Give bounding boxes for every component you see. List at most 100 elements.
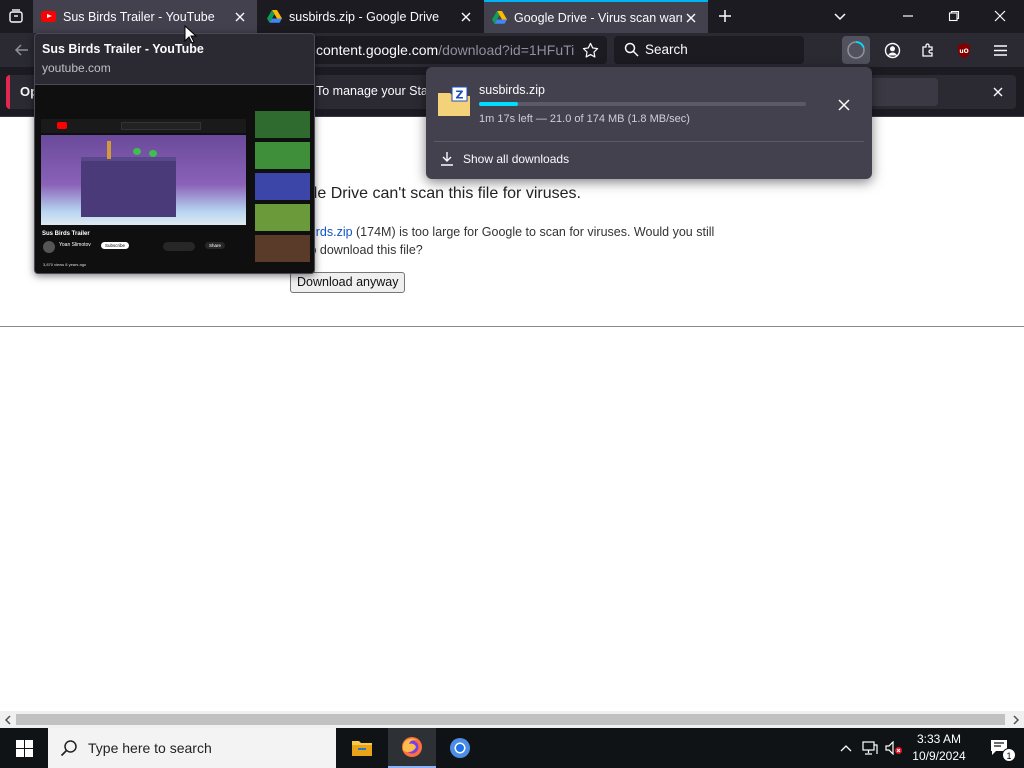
volume-muted-icon [885,741,902,755]
tab-hover-preview: Sus Birds Trailer - YouTube youtube.com … [34,33,315,274]
bookmark-star-button[interactable] [576,36,604,64]
close-icon [993,87,1003,97]
page-title: ogle Drive can't scan this file for viru… [296,185,581,202]
downloads-button[interactable] [842,36,870,64]
downloads-panel: Z susbirds.zip 1m 17s left — 21.0 of 174… [426,67,872,179]
chromium-button[interactable] [436,728,484,768]
thumb-video-frame [41,135,246,225]
list-all-tabs-button[interactable] [2,2,30,30]
download-file-name[interactable]: susbirds.zip [479,83,545,97]
taskbar-clock[interactable]: 3:33 AM 10/9/2024 [904,731,974,765]
clock-date: 10/9/2024 [912,749,966,763]
scroll-right-icon[interactable] [1012,715,1020,725]
google-drive-icon [267,10,282,23]
close-tab-button[interactable] [682,9,700,27]
close-icon [461,12,471,21]
ublock-shield-icon: uO [958,42,970,58]
thumb-channel-name: Yoan Slimotov [59,242,91,248]
horizontal-rule [0,326,1024,327]
thumb-channel-avatar [43,241,55,253]
download-progress-icon [847,41,865,59]
folder-icon [352,741,372,756]
chromium-icon [450,738,470,758]
cancel-download-button[interactable] [830,91,858,119]
preview-title: Sus Birds Trailer - YouTube [42,42,204,56]
notification-stripe [6,75,10,109]
mouse-cursor-icon [184,25,198,44]
url-bar[interactable]: content.google.com/download?id=1HFuTi [298,36,607,64]
close-icon [235,12,245,21]
account-icon [884,42,900,58]
ublock-origin-button[interactable]: uO [950,36,978,64]
download-anyway-button[interactable]: Download anyway [290,272,406,293]
thumb-bird [133,148,141,155]
thumb-like-pill [163,242,195,251]
firefox-button[interactable] [388,728,436,768]
youtube-icon [41,11,56,22]
url-text: content.google.com/download?id=1HFuTi [316,42,574,58]
google-drive-icon [492,11,507,24]
search-icon [624,42,639,57]
list-tabs-dropdown[interactable] [826,2,854,30]
restore-button[interactable] [940,2,968,30]
firefox-icon [402,737,422,757]
start-button[interactable] [0,728,48,768]
thumb-views: 3,870 views 8 years ago [43,262,87,267]
scroll-left-icon[interactable] [4,715,12,725]
tab-title: susbirds.zip - Google Drive [289,9,440,24]
thumb-sidebar-item [255,204,310,231]
action-center-button[interactable]: 1 [980,728,1020,768]
thumb-share: Share [205,242,226,249]
close-icon [838,99,850,111]
url-path: /download?id=1HFuTi [438,42,575,58]
search-icon [60,740,77,757]
plus-icon [719,10,731,22]
download-icon [441,152,453,166]
close-tab-button[interactable] [457,8,475,26]
minimize-button[interactable] [894,2,922,30]
extensions-button[interactable] [914,36,942,64]
thumb-sidebar-item [255,235,310,262]
zip-file-icon: Z [438,86,470,116]
tab-youtube[interactable]: Sus Birds Trailer - YouTube [33,0,257,33]
windows-taskbar: Type here to search 3:33 AM 10/9/2024 1 [0,728,1024,768]
warning-question: to download this file? [306,243,423,257]
tab-google-drive-virus-scan[interactable]: Google Drive - Virus scan warning [484,0,708,33]
thumb-castle [81,157,176,217]
star-icon [582,42,598,58]
file-explorer-button[interactable] [338,728,386,768]
download-status: 1m 17s left — 21.0 of 174 MB (1.8 MB/sec… [479,113,690,125]
dismiss-notification-button[interactable] [984,78,1012,106]
panel-divider [434,141,864,142]
svg-text:uO: uO [959,48,968,55]
download-progress-bar [479,102,806,106]
network-button[interactable] [858,728,882,768]
show-hidden-icons-button[interactable] [834,728,858,768]
show-all-downloads-button[interactable]: Show all downloads [434,147,864,171]
volume-button[interactable] [882,728,906,768]
account-button[interactable] [878,36,906,64]
close-window-button[interactable] [986,2,1014,30]
back-button[interactable] [8,36,36,64]
tab-google-drive-file[interactable]: susbirds.zip - Google Drive [259,0,483,33]
restore-icon [948,10,960,22]
close-tab-button[interactable] [231,8,249,26]
thumb-subscribe: Subscribe [101,242,130,249]
taskbar-search-placeholder: Type here to search [88,740,212,756]
search-box[interactable]: Search [614,36,804,64]
tab-title: Google Drive - Virus scan warning [514,10,682,25]
clock-time: 3:33 AM [916,732,962,746]
new-tab-button[interactable] [711,2,739,30]
taskbar-search[interactable]: Type here to search [48,728,336,768]
thumb-sidebar [255,111,310,273]
windows-logo-icon [15,739,33,757]
hamburger-menu-icon [993,44,1007,56]
scrollbar-thumb[interactable] [16,714,1005,725]
app-menu-button[interactable] [986,36,1014,64]
thumb-sidebar-item [255,173,310,200]
network-icon [862,741,878,755]
thumb-bird [149,150,157,157]
thumb-sidebar-item [255,142,310,169]
preview-url: youtube.com [42,61,111,75]
horizontal-scrollbar[interactable] [0,711,1024,728]
